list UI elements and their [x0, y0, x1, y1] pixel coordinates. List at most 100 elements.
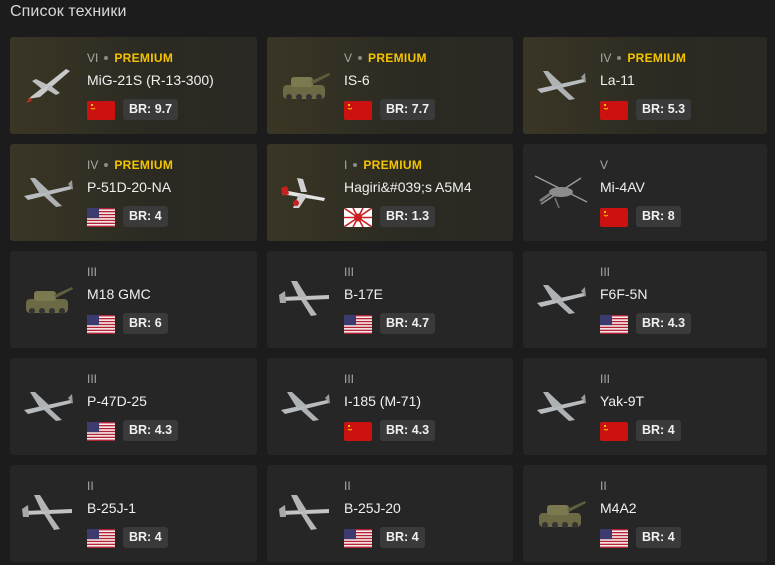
- plane-red-icon: [277, 166, 333, 216]
- plane-icon: [533, 59, 589, 109]
- rank-label: VI: [87, 51, 99, 65]
- rank-line: III: [600, 265, 610, 279]
- rank-label: II: [600, 479, 607, 493]
- vehicle-name: B-25J-1: [87, 500, 137, 516]
- heli-icon: [533, 166, 589, 216]
- vehicle-name: Yak-9T: [600, 393, 645, 409]
- ussr-flag-icon: [600, 208, 628, 227]
- rank-line: III: [87, 372, 97, 386]
- rank-label: III: [87, 265, 98, 279]
- tank-icon: [20, 273, 76, 323]
- rank-line: III: [87, 265, 97, 279]
- battle-rating-badge: BR: 4: [636, 420, 681, 441]
- premium-badge: PREMIUM: [368, 51, 427, 65]
- usa-flag-icon: [600, 529, 628, 548]
- ussr-flag-icon: [344, 101, 372, 120]
- rank-label: IV: [600, 51, 612, 65]
- premium-badge: PREMIUM: [363, 158, 423, 172]
- tank-icon: [277, 59, 333, 109]
- rank-line: II: [600, 479, 607, 493]
- rank-label: III: [600, 372, 611, 386]
- premium-badge: PREMIUM: [114, 51, 174, 65]
- page-title: Список техники: [10, 3, 127, 20]
- bomber-icon: [277, 487, 333, 537]
- usa-flag-icon: [87, 529, 115, 548]
- vehicle-card[interactable]: VI PREMIUM MiG-21S (R-13-300) BR: 9.7: [10, 37, 257, 134]
- rank-line: V: [600, 158, 608, 172]
- separator-dot: [104, 163, 109, 167]
- battle-rating-badge: BR: 4.7: [380, 313, 436, 334]
- battle-rating-badge: BR: 8: [636, 206, 681, 227]
- vehicle-card[interactable]: II M4A2 BR: 4: [523, 465, 767, 562]
- usa-flag-icon: [87, 208, 115, 227]
- rank-label: II: [87, 479, 94, 493]
- ussr-flag-icon: [87, 101, 115, 120]
- vehicle-card[interactable]: III Yak-9T BR: 4: [523, 358, 767, 455]
- vehicle-card[interactable]: II B-25J-1 BR: 4: [10, 465, 257, 562]
- battle-rating-badge: BR: 4.3: [636, 313, 692, 334]
- vehicle-card[interactable]: III P-47D-25 BR: 4.3: [10, 358, 257, 455]
- battle-rating-badge: BR: 4.3: [380, 420, 436, 441]
- plane-icon: [533, 273, 589, 323]
- vehicle-card[interactable]: IV PREMIUM La-11 BR: 5.3: [523, 37, 767, 134]
- premium-badge: PREMIUM: [627, 51, 687, 65]
- battle-rating-badge: BR: 1.3: [380, 206, 436, 227]
- plane-icon: [533, 380, 589, 430]
- battle-rating-badge: BR: 5.3: [636, 99, 692, 120]
- usa-flag-icon: [344, 315, 372, 334]
- vehicle-card[interactable]: II B-25J-20 BR: 4: [267, 465, 513, 562]
- premium-badge: PREMIUM: [114, 158, 174, 172]
- vehicle-name: MiG-21S (R-13-300): [87, 72, 214, 88]
- bomber-icon: [20, 487, 76, 537]
- jet-icon: [20, 59, 76, 109]
- battle-rating-badge: BR: 4.3: [123, 420, 179, 441]
- rank-label: III: [600, 265, 611, 279]
- rank-label: I: [344, 158, 348, 172]
- separator-dot: [353, 163, 358, 167]
- plane-icon: [277, 380, 333, 430]
- vehicle-card[interactable]: IV PREMIUM P-51D-20-NA BR: 4: [10, 144, 257, 241]
- rank-line: III: [344, 372, 354, 386]
- tank-icon: [533, 487, 589, 537]
- separator-dot: [358, 56, 363, 60]
- rank-line: IV PREMIUM: [600, 51, 686, 65]
- rank-label: II: [344, 479, 351, 493]
- battle-rating-badge: BR: 4: [123, 206, 168, 227]
- battle-rating-badge: BR: 4: [636, 527, 681, 548]
- vehicle-card[interactable]: III B-17E BR: 4.7: [267, 251, 513, 348]
- vehicle-card[interactable]: V Mi-4AV BR: 8: [523, 144, 767, 241]
- rank-line: II: [344, 479, 351, 493]
- rank-label: IV: [87, 158, 99, 172]
- vehicle-name: Hagiri&#039;s A5M4: [344, 179, 472, 195]
- battle-rating-badge: BR: 4: [123, 527, 168, 548]
- rank-label: III: [344, 372, 355, 386]
- vehicle-name: M4A2: [600, 500, 637, 516]
- rank-line: I PREMIUM: [344, 158, 422, 172]
- vehicle-name: P-51D-20-NA: [87, 179, 172, 195]
- rank-line: III: [600, 372, 610, 386]
- battle-rating-badge: BR: 7.7: [380, 99, 436, 120]
- vehicle-grid: VI PREMIUM MiG-21S (R-13-300) BR: 9.7 V …: [10, 37, 767, 562]
- vehicle-card[interactable]: V PREMIUM IS-6 BR: 7.7: [267, 37, 513, 134]
- separator-dot: [104, 56, 109, 60]
- rank-line: VI PREMIUM: [87, 51, 173, 65]
- vehicle-name: B-25J-20: [344, 500, 401, 516]
- vehicle-card[interactable]: I PREMIUM Hagiri&#039;s A5M4 BR: 1.3: [267, 144, 513, 241]
- vehicle-card[interactable]: III M18 GMC BR: 6: [10, 251, 257, 348]
- rank-label: III: [344, 265, 355, 279]
- ussr-flag-icon: [600, 422, 628, 441]
- vehicle-name: I-185 (M-71): [344, 393, 422, 409]
- rank-line: V PREMIUM: [344, 51, 427, 65]
- vehicle-card[interactable]: III I-185 (M-71) BR: 4.3: [267, 358, 513, 455]
- vehicle-name: La-11: [600, 72, 635, 88]
- usa-flag-icon: [87, 315, 115, 334]
- usa-flag-icon: [87, 422, 115, 441]
- rank-line: II: [87, 479, 94, 493]
- vehicle-card[interactable]: III F6F-5N BR: 4.3: [523, 251, 767, 348]
- ussr-flag-icon: [344, 422, 372, 441]
- vehicle-name: Mi-4AV: [600, 179, 645, 195]
- plane-icon: [20, 380, 76, 430]
- ussr-flag-icon: [600, 101, 628, 120]
- japan-flag-icon: [344, 208, 372, 227]
- bomber-icon: [277, 273, 333, 323]
